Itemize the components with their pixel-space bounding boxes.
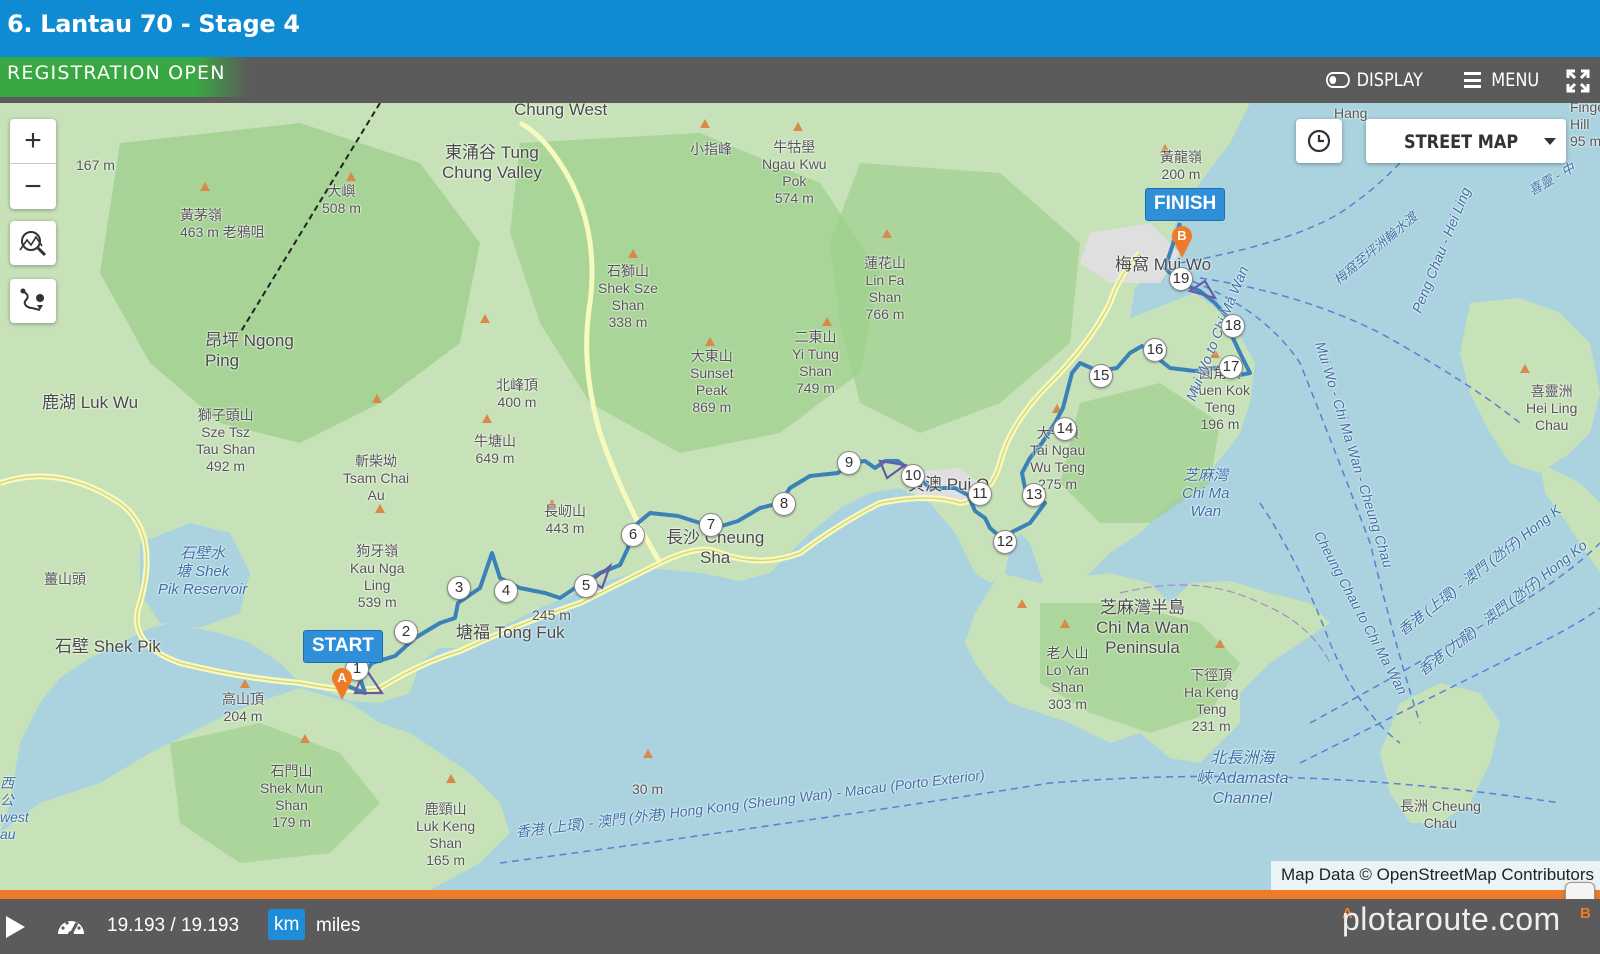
zoom-control: + − (10, 119, 56, 209)
waypoint-marker[interactable]: 3 (447, 576, 471, 600)
waypoint-marker[interactable]: 10 (901, 464, 925, 488)
place-label: 蓮花山 Lin Fa Shan 766 m (864, 255, 906, 322)
place-label: 喜靈洲 Hei Ling Chau (1526, 383, 1578, 433)
place-label: 長屻山 443 m (544, 503, 586, 536)
place-label: 167 m (76, 157, 115, 173)
water-label: 北長洲海 峽 Adamasta Channel (1196, 750, 1289, 807)
finish-pin-letter: B (1177, 228, 1187, 243)
playback-bar: 19.193 / 19.193 km miles A plotaroute.co… (0, 899, 1600, 954)
place-label: 石壁 Shek Pik (55, 637, 161, 656)
waypoint-marker[interactable]: 5 (574, 574, 598, 598)
place-label: Chung West (514, 103, 608, 119)
place-label: 梅窩 Mui Wo (1115, 255, 1212, 274)
waypoint-marker[interactable]: 14 (1053, 417, 1077, 441)
play-icon[interactable] (6, 916, 25, 938)
brand-logo[interactable]: plotaroute.com (1342, 901, 1561, 938)
waypoint-marker[interactable]: 17 (1219, 355, 1243, 379)
place-label: 鹿頸山 Luk Keng Shan 165 m (416, 801, 476, 868)
place-label: 牛塘山 649 m (474, 433, 516, 466)
place-label: 老人山 Lo Yan Shan 303 m (1046, 645, 1090, 712)
map-layer-value: STREET MAP (1404, 131, 1519, 153)
chevron-down-icon (1544, 138, 1556, 145)
route-directions-icon (20, 288, 45, 311)
map-layer-select[interactable]: STREET MAP (1366, 119, 1566, 163)
place-label: 石獅山 Shek Sze Shan 338 m (598, 263, 658, 330)
distance-readout: 19.193 / 19.193 (107, 915, 240, 936)
registration-badge[interactable]: REGISTRATION OPEN (0, 57, 250, 97)
place-label: 牛牯壆 Ngau Kwu Pok 574 m (762, 139, 827, 206)
display-label: DISPLAY (1356, 69, 1423, 91)
start-label[interactable]: START (303, 630, 383, 663)
place-label: 北峰頂 400 m (496, 377, 538, 410)
place-label: 斬柴坳 Tsam Chai Au (343, 453, 410, 503)
water-label: 芝麻灣 Chi Ma Wan (1182, 467, 1230, 520)
speed-gauge-icon[interactable] (56, 914, 86, 938)
finish-label[interactable]: FINISH (1145, 188, 1226, 221)
waypoint-marker[interactable]: 16 (1143, 338, 1167, 362)
place-label: 245 m (532, 607, 571, 623)
place-label: 昂坪 Ngong Ping (205, 331, 294, 370)
route-directions-button[interactable] (10, 279, 56, 323)
place-label: 小指峰 (690, 141, 732, 157)
toolbar: REGISTRATION OPEN DISPLAY MENU (0, 57, 1600, 103)
clock-icon (1307, 129, 1331, 153)
place-label: 鹿湖 Luk Wu (42, 393, 139, 412)
place-label: 高山頂 204 m (222, 691, 264, 724)
expand-icon[interactable] (1566, 69, 1590, 93)
waypoint-marker[interactable]: 8 (772, 492, 796, 516)
waypoint-marker[interactable]: 19 (1169, 267, 1193, 291)
title-bar: 6. Lantau 70 - Stage 4 (0, 0, 1600, 57)
place-label: 塘福 Tong Fuk (456, 623, 565, 642)
place-label: 東涌谷 Tung Chung Valley (442, 143, 542, 182)
place-label: 石門山 Shek Mun Shan 179 m (260, 763, 324, 830)
waypoint-marker[interactable]: 2 (394, 620, 418, 644)
place-label: 大東山 Sunset Peak 869 m (690, 348, 734, 415)
start-pin-letter: A (337, 670, 347, 685)
place-label: 大嶼 508 m (322, 183, 361, 216)
elevation-profile-icon (19, 231, 47, 257)
waypoint-marker[interactable]: 9 (837, 451, 861, 475)
place-label: 黃龍嶺 200 m (1160, 149, 1202, 182)
hamburger-icon (1464, 72, 1481, 88)
water-label: 西 公 west au (0, 775, 29, 842)
unit-km-button[interactable]: km (268, 909, 306, 940)
map-canvas[interactable]: Chung West 東涌谷 Tung Chung Valley 昂坪 Ngon… (0, 103, 1600, 890)
registration-label: REGISTRATION OPEN (7, 62, 226, 84)
clock-button[interactable] (1296, 119, 1342, 163)
waypoint-marker[interactable]: 12 (993, 530, 1017, 554)
unit-miles-button[interactable]: miles (316, 915, 360, 937)
place-label: 石壁水 塘 Shek Pik Reservoir (158, 545, 248, 598)
menu-button[interactable]: MENU (1464, 67, 1539, 93)
waypoint-marker[interactable]: 6 (621, 523, 645, 547)
zoom-out-button[interactable]: − (10, 164, 56, 209)
place-label: 薑山頭 (44, 571, 86, 587)
place-label: 芝麻灣半島 Chi Ma Wan Peninsula (1096, 598, 1189, 657)
place-label: 長洲 Cheung Chau (1400, 798, 1481, 831)
display-button[interactable]: DISPLAY (1326, 67, 1423, 93)
waypoint-marker[interactable]: 18 (1221, 314, 1245, 338)
place-label: 30 m (632, 781, 664, 797)
place-label: 獅子頭山 Sze Tsz Tau Shan 492 m (196, 407, 256, 474)
route-title: 6. Lantau 70 - Stage 4 (7, 10, 300, 38)
waypoint-marker[interactable]: 7 (699, 513, 723, 537)
toggle-icon (1326, 72, 1350, 88)
progress-bar[interactable] (0, 890, 1600, 899)
waypoint-marker[interactable]: 15 (1089, 364, 1113, 388)
waypoint-marker[interactable]: 4 (494, 579, 518, 603)
place-label: 狗牙嶺 Kau Nga Ling 539 m (350, 543, 405, 610)
waypoint-marker[interactable]: 11 (968, 482, 992, 506)
place-label: 二東山 Yi Tung Shan 749 m (792, 329, 839, 396)
elevation-profile-button[interactable] (10, 221, 56, 265)
waypoint-marker[interactable]: 13 (1022, 483, 1046, 507)
place-label: Finge Hill 95 m (1570, 103, 1600, 149)
map-attribution: Map Data © OpenStreetMap Contributors (1270, 861, 1600, 890)
zoom-in-button[interactable]: + (10, 119, 56, 164)
brand-pin-b: B (1580, 905, 1591, 922)
menu-label: MENU (1491, 69, 1540, 91)
place-label: 黃茅嶺 463 m 老鴉咀 (180, 207, 265, 240)
place-label: 下徑頂 Ha Keng Teng 231 m (1184, 667, 1239, 734)
